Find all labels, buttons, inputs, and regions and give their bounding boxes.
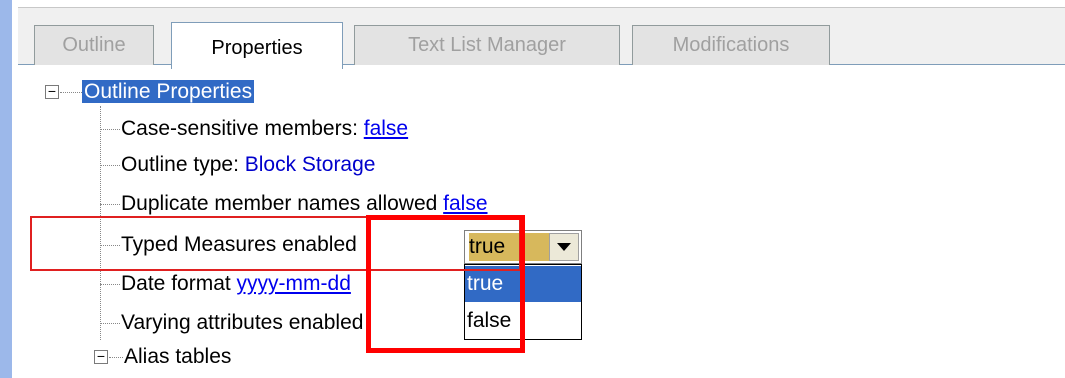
item-label: Case-sensitive members: <box>121 117 364 140</box>
dropdown-arrow-button[interactable] <box>549 233 579 261</box>
tree-connector <box>100 165 120 166</box>
tree-item-typed-measures: Typed Measures enabled <box>121 231 357 259</box>
tree-item-date-format: Date format yyyy-mm-dd <box>121 270 351 298</box>
tab-properties[interactable]: Properties <box>171 22 343 69</box>
item-label: Date format <box>121 272 237 295</box>
case-sensitive-value-link[interactable]: false <box>364 117 408 140</box>
tree-item-varying-attributes: Varying attributes enabled <box>121 309 363 337</box>
tree-connector <box>100 204 120 205</box>
left-accent-strip <box>0 0 12 378</box>
tab-outline[interactable]: Outline <box>34 25 154 65</box>
tree-item-case-sensitive: Case-sensitive members: false <box>121 115 408 143</box>
dropdown-option-true[interactable]: true <box>465 266 581 302</box>
tab-text-list-manager[interactable]: Text List Manager <box>354 25 620 65</box>
tree-root-label: Outline Properties <box>82 80 255 103</box>
tree-item-duplicate-names: Duplicate member names allowed false <box>121 190 488 218</box>
tree-connector <box>60 92 82 93</box>
tab-bar: Outline Properties Text List Manager Mod… <box>18 8 1065 69</box>
tree-connector <box>100 129 120 130</box>
tree-root[interactable]: Outline Properties <box>82 78 255 106</box>
item-label: Varying attributes enabled <box>121 311 364 334</box>
chevron-down-icon <box>557 243 571 251</box>
dropdown-option-false[interactable]: false <box>465 303 581 339</box>
typed-measures-dropdown[interactable]: true <box>464 230 582 264</box>
tree-connector <box>100 284 120 285</box>
collapse-icon[interactable]: − <box>45 84 59 99</box>
item-label: Typed Measures enabled <box>121 233 357 256</box>
duplicate-names-value-link[interactable]: false <box>443 192 487 215</box>
collapse-icon[interactable]: − <box>94 349 108 364</box>
item-label: Duplicate member names allowed <box>121 192 444 215</box>
dropdown-selected-value: true <box>469 233 549 261</box>
tree-item-outline-type: Outline type: Block Storage <box>121 151 375 179</box>
item-label: Alias tables <box>124 345 232 368</box>
tab-modifications[interactable]: Modifications <box>632 25 830 65</box>
tree-connector <box>100 323 120 324</box>
date-format-value-link[interactable]: yyyy-mm-dd <box>237 272 351 295</box>
tree-connector <box>100 245 120 246</box>
tree-item-alias-tables[interactable]: Alias tables <box>124 343 231 371</box>
item-label: Outline type: <box>121 153 245 176</box>
tree-connector <box>109 357 123 358</box>
tree-vertical-line <box>100 106 101 340</box>
dropdown-options-list: true false <box>464 264 582 340</box>
outline-type-value[interactable]: Block Storage <box>245 153 376 176</box>
